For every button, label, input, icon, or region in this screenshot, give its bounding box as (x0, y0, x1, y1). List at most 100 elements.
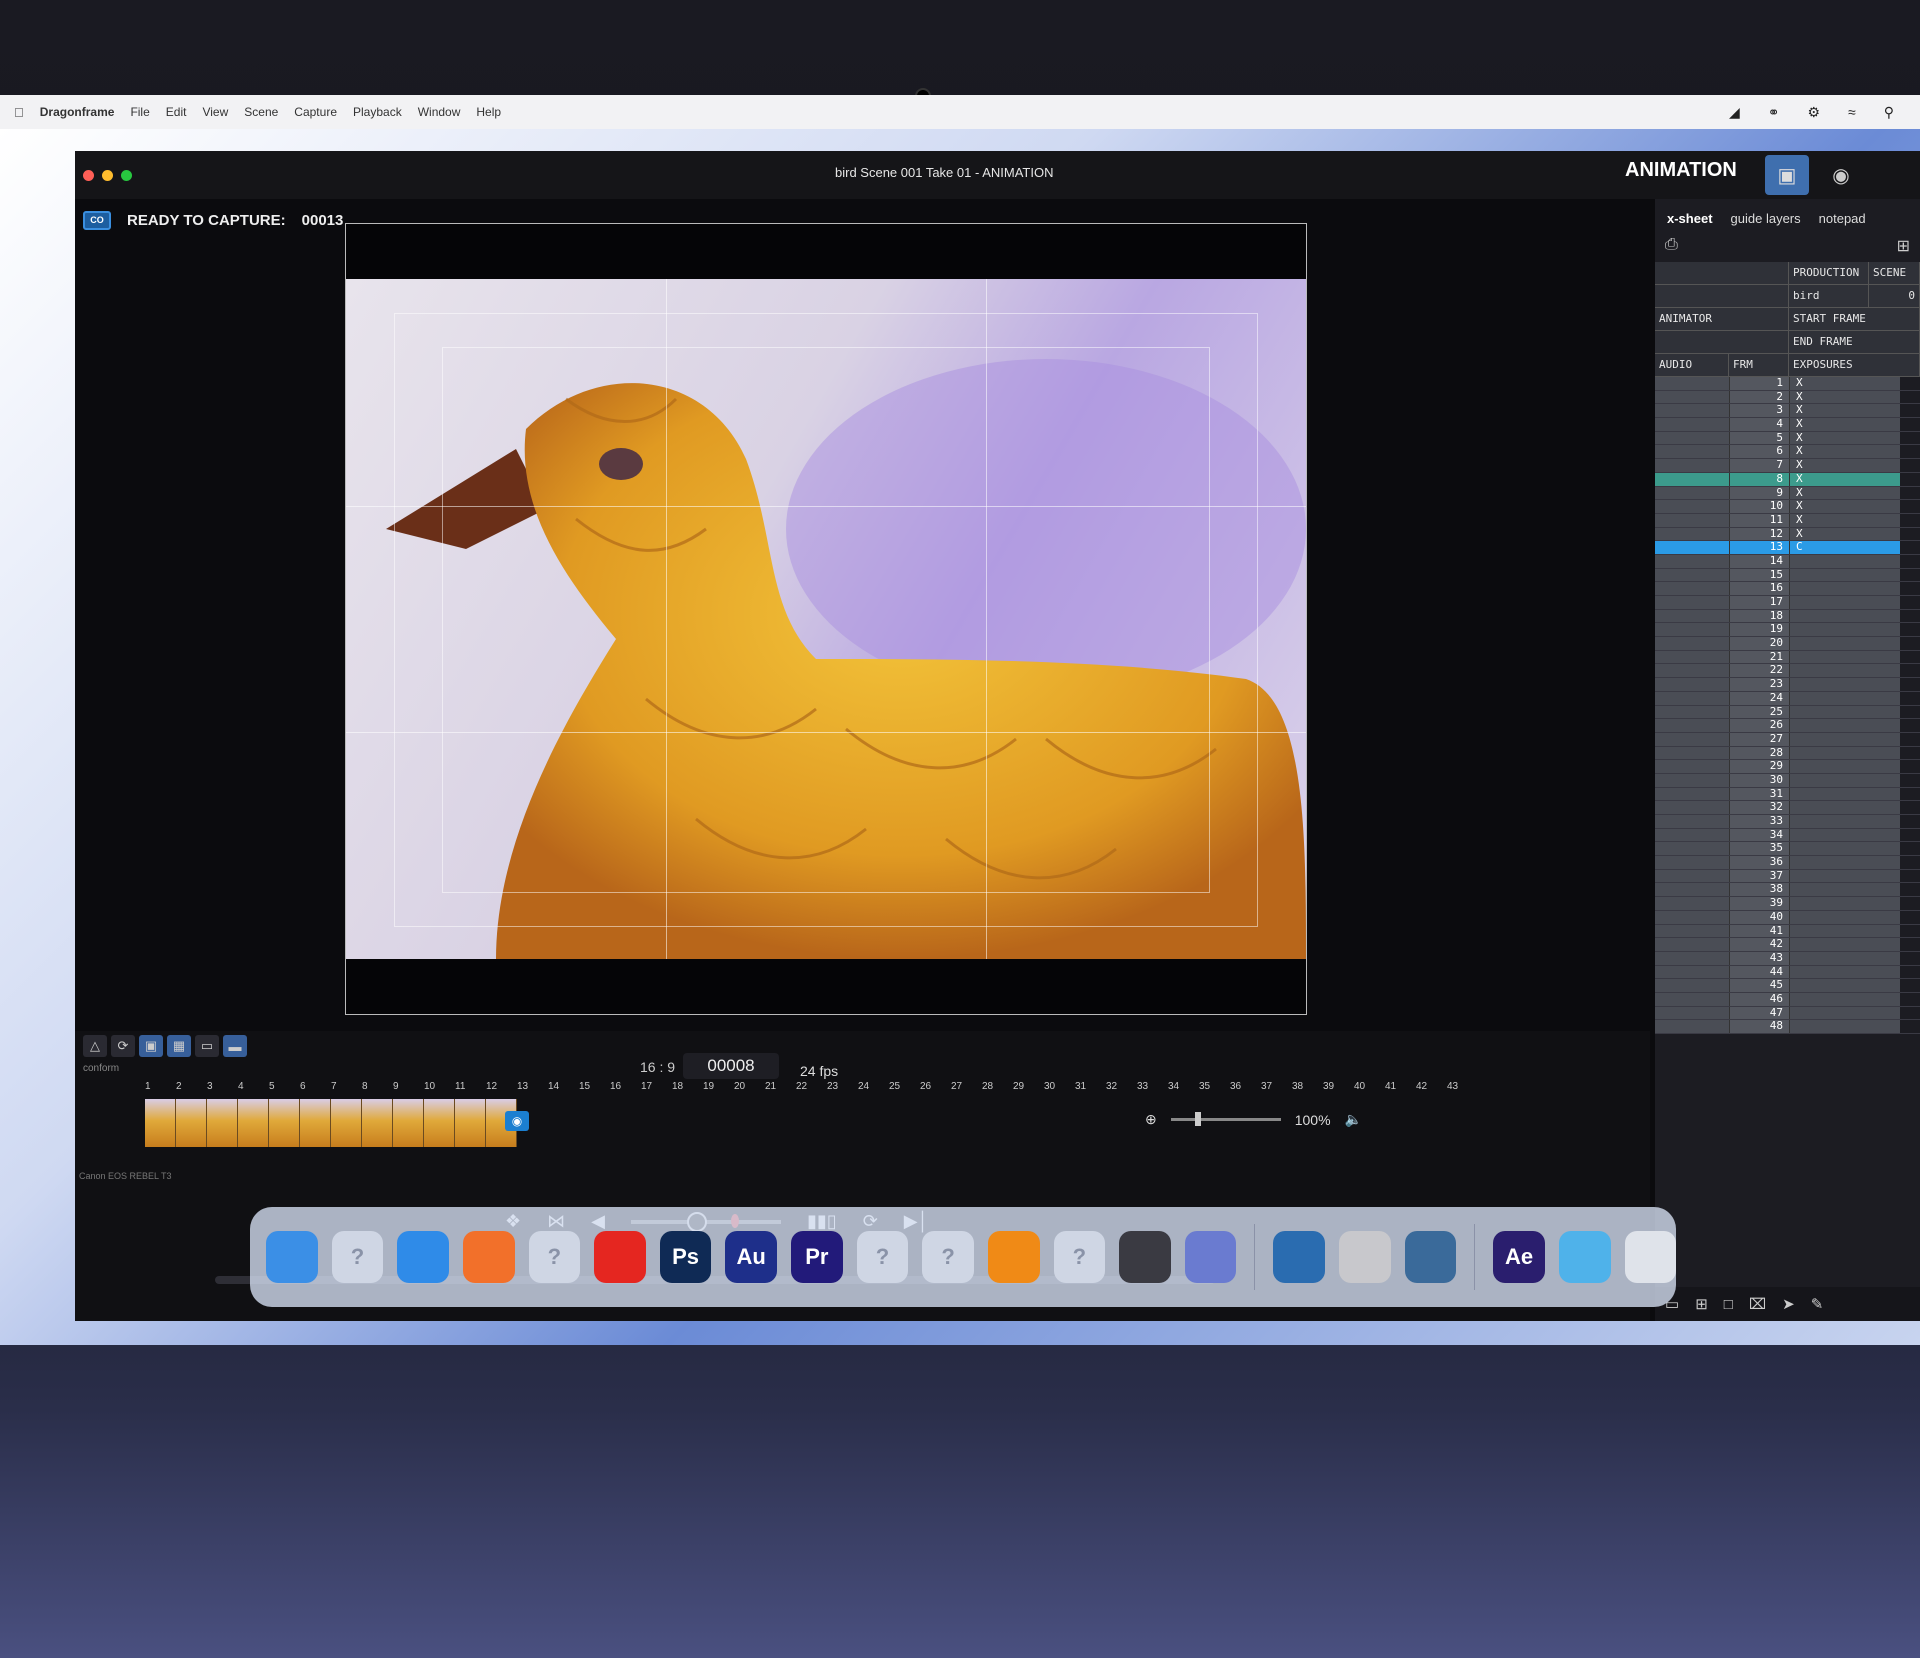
xsheet-row[interactable]: 31 (1655, 787, 1920, 802)
xsheet-row[interactable]: 45 (1655, 979, 1920, 993)
xsheet-row[interactable]: 37 (1655, 869, 1920, 884)
audio-cell[interactable] (1655, 418, 1730, 431)
exposure-cell[interactable] (1790, 951, 1900, 965)
menu-file[interactable]: File (130, 105, 149, 119)
exposure-cell[interactable] (1790, 746, 1900, 760)
xsheet-row[interactable]: 21 (1655, 650, 1920, 665)
audio-cell[interactable] (1655, 582, 1730, 595)
xsheet-row[interactable]: 43 (1655, 951, 1920, 966)
xsheet-row[interactable]: 19 (1655, 623, 1920, 638)
audio-cell[interactable] (1655, 678, 1730, 691)
audio-cell[interactable] (1655, 705, 1730, 719)
audio-cell[interactable] (1655, 992, 1730, 1006)
frame-tick[interactable]: 32 (1106, 1081, 1117, 1092)
tab-notepad[interactable]: notepad (1819, 211, 1866, 226)
xsheet-row[interactable]: 28 (1655, 746, 1920, 761)
exposure-cell[interactable] (1790, 554, 1900, 568)
xsheet-row[interactable]: 6X (1655, 445, 1920, 460)
audio-cell[interactable] (1655, 732, 1730, 746)
frame-tick[interactable]: 38 (1292, 1081, 1303, 1092)
exposure-cell[interactable]: X (1790, 431, 1900, 445)
frame-tick[interactable]: 5 (269, 1081, 275, 1092)
frame-tick[interactable]: 43 (1447, 1081, 1458, 1092)
premiere-icon[interactable]: Pr (791, 1231, 843, 1283)
exposure-cell[interactable]: X (1790, 499, 1900, 513)
frame-tick[interactable]: 24 (858, 1081, 869, 1092)
frame-thumbnail[interactable] (145, 1099, 176, 1147)
unknown-app-icon[interactable]: ? (922, 1231, 974, 1283)
exposure-cell[interactable]: X (1790, 404, 1900, 418)
xsheet-row[interactable]: 2X (1655, 390, 1920, 405)
frame-thumbnail[interactable] (331, 1099, 362, 1147)
frame-tick[interactable]: 26 (920, 1081, 931, 1092)
xsheet-row[interactable]: 29 (1655, 760, 1920, 774)
monitor-workspace-icon[interactable]: ▣ (1765, 155, 1809, 195)
exposure-cell[interactable]: X (1790, 527, 1900, 541)
frame-tick[interactable]: 33 (1137, 1081, 1148, 1092)
exposure-cell[interactable] (1790, 732, 1900, 746)
frame-tick[interactable]: 11 (455, 1081, 465, 1092)
audio-cell[interactable] (1655, 815, 1730, 828)
menu-app-name[interactable]: Dragonframe (40, 105, 115, 119)
exposure-cell[interactable] (1790, 897, 1900, 910)
audio-cell[interactable] (1655, 951, 1730, 965)
exposure-cell[interactable] (1790, 760, 1900, 773)
frame-tick[interactable]: 7 (331, 1081, 337, 1092)
frame-tick[interactable]: 1 (145, 1081, 151, 1092)
frame-tick[interactable]: 40 (1354, 1081, 1365, 1092)
frame-tick[interactable]: 21 (765, 1081, 776, 1092)
xsheet-row[interactable]: 12 X (1655, 527, 1920, 542)
xsheet-row[interactable]: 46 (1655, 992, 1920, 1007)
wide-view-icon[interactable]: ▬ (223, 1035, 247, 1057)
exposure-cell[interactable] (1790, 856, 1900, 869)
audio-cell[interactable] (1655, 938, 1730, 951)
photoshop-icon[interactable]: Ps (659, 1231, 712, 1283)
exposure-cell[interactable] (1790, 1020, 1900, 1033)
exposure-cell[interactable]: X (1790, 486, 1900, 500)
frame-thumbnail[interactable] (269, 1099, 300, 1147)
unknown-app-icon[interactable]: ? (1053, 1231, 1106, 1283)
audio-cell[interactable] (1655, 650, 1730, 664)
frame-rate-label[interactable]: 24 fps (800, 1063, 838, 1079)
frame-tick[interactable]: 6 (300, 1081, 306, 1092)
unknown-app-icon[interactable]: ? (856, 1231, 909, 1283)
exposure-cell[interactable]: X (1790, 513, 1900, 527)
frame-tick[interactable]: 31 (1075, 1081, 1086, 1092)
audio-cell[interactable] (1655, 1006, 1730, 1020)
frame-thumbnail[interactable] (238, 1099, 269, 1147)
exposure-cell[interactable] (1790, 678, 1900, 691)
xsheet-row[interactable]: 44 (1655, 965, 1920, 980)
audio-cell[interactable] (1655, 404, 1730, 418)
xsheet-row[interactable]: 16 (1655, 582, 1920, 596)
audio-cell[interactable] (1655, 554, 1730, 568)
downloads-folder-icon[interactable] (1558, 1231, 1611, 1283)
search-icon[interactable]: ⚲ (1884, 104, 1894, 121)
xsheet-row[interactable]: 22 (1655, 664, 1920, 679)
xsheet-row[interactable]: 33 (1655, 814, 1920, 829)
audio-cell[interactable] (1655, 787, 1730, 801)
audio-cell[interactable] (1655, 568, 1730, 582)
exposure-cell[interactable] (1790, 596, 1900, 609)
audio-cell[interactable] (1655, 965, 1730, 979)
exposure-cell[interactable] (1790, 801, 1900, 814)
xsheet-row[interactable]: 8X (1655, 472, 1920, 487)
exposure-cell[interactable] (1790, 883, 1900, 897)
audio-cell[interactable] (1655, 664, 1730, 678)
audio-cell[interactable] (1655, 691, 1730, 705)
exposure-cell[interactable] (1790, 623, 1900, 637)
exposure-cell[interactable] (1790, 691, 1900, 705)
layer-icon[interactable]: □ (1724, 1296, 1733, 1313)
audio-cell[interactable] (1655, 979, 1730, 992)
trash-icon[interactable] (1624, 1231, 1677, 1283)
frame-tick[interactable]: 18 (672, 1081, 683, 1092)
frame-tick[interactable]: 25 (889, 1081, 900, 1092)
audio-cell[interactable] (1655, 513, 1730, 527)
safari-icon[interactable] (397, 1231, 449, 1283)
xsheet-row[interactable]: 36 (1655, 855, 1920, 870)
scene-value[interactable]: 0 (1869, 285, 1920, 307)
grid-view-icon[interactable]: ▦ (167, 1035, 191, 1057)
xsheet-row[interactable]: 3X (1655, 404, 1920, 419)
audio-cell[interactable] (1655, 445, 1730, 459)
audio-cell[interactable] (1655, 897, 1730, 910)
exposure-cell[interactable] (1790, 650, 1900, 664)
